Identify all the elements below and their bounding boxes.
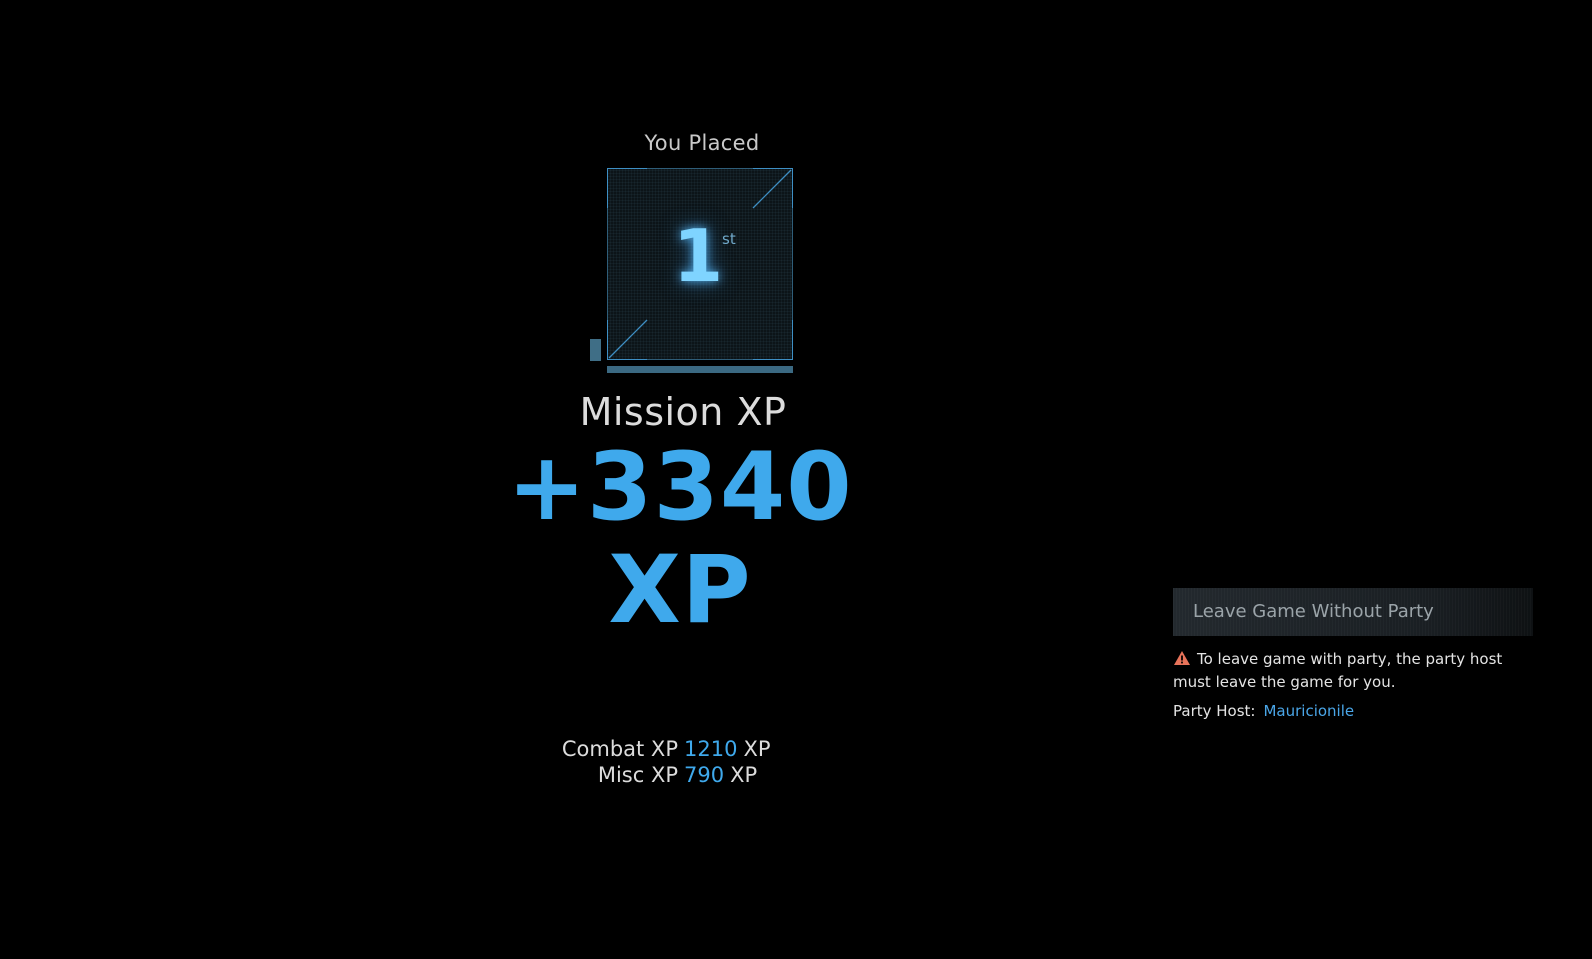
xp-breakdown: Combat XP 1210 XP Misc XP 790 XP — [560, 736, 820, 788]
badge-underline-bar — [607, 366, 793, 373]
placement-badge: 1 st — [607, 168, 793, 360]
party-host-line: Party Host: Mauricionile — [1173, 700, 1354, 723]
mission-xp-label: Mission XP — [579, 390, 787, 434]
badge-side-marker — [590, 339, 601, 361]
warning-triangle-icon — [1174, 651, 1190, 665]
party-warning-text: To leave game with party, the party host… — [1173, 650, 1503, 691]
post-match-screen: You Placed 1 st Mission XP +3340 XP Comb… — [0, 0, 1592, 959]
xp-row-value: 790 — [684, 763, 725, 787]
xp-breakdown-row-misc: Misc XP 790 XP — [560, 762, 820, 788]
mission-xp-value: +3340 XP — [507, 433, 853, 646]
placement-rank-suffix: st — [722, 230, 736, 248]
xp-row-value: 1210 — [684, 737, 738, 761]
party-warning-message: To leave game with party, the party host… — [1173, 648, 1533, 694]
xp-breakdown-row-combat: Combat XP 1210 XP — [560, 736, 820, 762]
leave-game-without-party-button[interactable]: Leave Game Without Party — [1173, 588, 1533, 636]
xp-row-label: Combat XP — [561, 737, 678, 761]
party-host-label: Party Host: — [1173, 702, 1256, 720]
placement-rank: 1 — [673, 214, 724, 298]
party-host-name: Mauricionile — [1263, 702, 1355, 720]
xp-row-unit: XP — [730, 763, 758, 787]
you-placed-label: You Placed — [644, 131, 760, 155]
xp-row-unit: XP — [743, 737, 771, 761]
xp-row-label: Misc XP — [597, 763, 678, 787]
